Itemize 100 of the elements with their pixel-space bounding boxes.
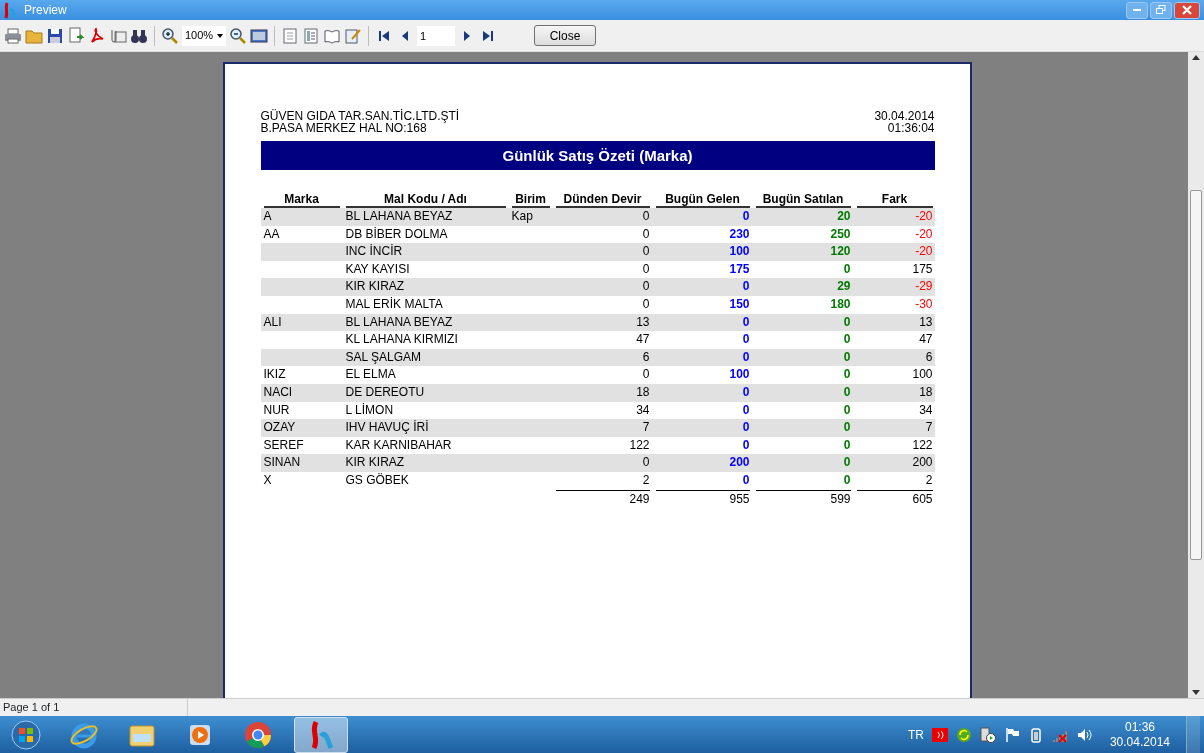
table-cell-text: IHV HAVUÇ İRİ [344,419,430,437]
minimize-button[interactable] [1126,1,1148,19]
table-cell-text: KIR KIRAZ [344,454,406,472]
document-export-icon [67,26,85,45]
table-cell-text: 100 [911,366,934,384]
table-cell-text: 0 [741,348,751,366]
caret-icon [217,33,223,38]
page-number-field[interactable]: 1 [417,25,455,46]
table-cell-text: -30 [914,295,934,313]
table-cell-text: 120 [829,243,852,261]
table-cell-text: AA [262,225,281,243]
table-cell-text: 6 [641,348,651,366]
table-cell-text: -20 [914,225,934,243]
zoom-out-button[interactable] [229,26,247,45]
table-cell-text: 100 [728,366,751,384]
page-list-icon [302,26,320,45]
table-cell-text: 0 [741,383,751,401]
zoom-in-icon [161,26,179,45]
table-cell-text: X [262,471,273,489]
table-cell-text: MAL ERİK MALTA [344,295,444,313]
table-cell-text: A [262,208,273,225]
table-cell-text: -20 [914,208,934,225]
table-cell-text: 0 [741,471,751,489]
table-cell-text: 0 [842,331,852,349]
table-cell-text: 230 [728,225,751,243]
table-cell-text: 2 [924,471,934,489]
sync-icon[interactable] [955,726,972,743]
table-cell-text: 0 [741,419,751,437]
table-cell-text: KL LAHANA KIRMIZI [344,331,459,349]
zoom-out-icon [229,26,247,45]
zoom-in-button[interactable] [161,26,179,45]
table-cell-text: 0 [842,471,852,489]
table-cell-text: 7 [924,419,934,437]
table-cell-text: 0 [842,366,852,384]
table-cell-text: 0 [842,383,852,401]
table-cell-text: 0 [641,454,651,472]
table-cell-text: SEREF [262,436,305,454]
table-cell-text: 13 [635,313,651,331]
document-export-button[interactable] [67,26,85,45]
table-cell-text: DE DEREOTU [344,383,426,401]
server-play-icon[interactable] [979,726,996,743]
total-cell: 249 [555,489,650,508]
table-cell-text: 18 [635,383,651,401]
scroll-up-icon [1192,55,1200,60]
table-cell-text: 29 [836,278,852,296]
table-cell-text: 0 [842,454,852,472]
printer-icon [4,26,22,45]
table-cell-text: 0 [842,419,852,437]
table-cell-text: NACI [262,383,294,401]
minimize-icon [1133,9,1141,11]
flag-icon[interactable] [1003,726,1020,743]
table-cell-text: -20 [914,243,934,261]
vertical-scrollbar[interactable] [1188,52,1204,698]
table-cell-text: 7 [641,419,651,437]
window-title: Preview [24,2,67,19]
page-outline-icon [281,26,299,45]
table-cell-text: 0 [741,313,751,331]
printer-button[interactable] [4,26,22,45]
table-cell-text: 0 [741,331,751,349]
table-cell-text: Kap [510,208,534,225]
table-cell-text: 2 [641,471,651,489]
full-page-button[interactable] [250,26,268,45]
restore-button[interactable] [1150,1,1172,19]
app-logo-taskbar-button[interactable] [294,716,348,753]
table-cell-text: OZAY [262,419,297,437]
zoom-dropdown[interactable]: 100% [182,25,226,46]
close-button[interactable]: Close [534,25,596,46]
table-cell-text: 0 [641,225,651,243]
table-cell-text: NUR [262,401,291,419]
table-cell-text: IKIZ [262,366,287,384]
app-logo-icon [4,1,18,19]
table-cell-text: 34 [635,401,651,419]
table-cell-text: 250 [829,225,852,243]
total-cell: 599 [755,489,851,508]
table-cell-text: 0 [641,366,651,384]
company-name: GÜVEN GIDA TAR.SAN.TİC.LTD.ŞTİ [260,110,460,122]
table-cell-text: 0 [741,208,751,225]
table-cell-text: BL LAHANA BEYAZ [344,208,454,225]
table-cell-text: KAY KAYISI [344,260,411,278]
scroll-thumb[interactable] [1190,190,1202,560]
table-cell-text: -29 [914,278,934,296]
page-list-button[interactable] [302,26,320,45]
table-cell-text: 20 [836,208,852,225]
table-cell-text: L LİMON [344,401,395,419]
close-window-button[interactable] [1174,1,1200,19]
floppy-disk-button[interactable] [46,26,64,45]
table-cell-text: 0 [842,260,852,278]
table-cell-text: DB BİBER DOLMA [344,225,449,243]
wireless-card-icon[interactable] [931,726,948,743]
pdf-button[interactable] [88,26,106,45]
report-title: Günlük Satış Özeti (Marka) [260,141,935,170]
page-outline-button[interactable] [281,26,299,45]
windows-start-icon [11,719,41,750]
table-cell-text: 0 [641,243,651,261]
edit-page-button[interactable] [344,26,362,45]
table-cell-text: 0 [741,436,751,454]
table-cell-text: 47 [635,331,651,349]
report-time: 01:36:04 [886,122,935,134]
table-cell-text: EL ELMA [344,366,397,384]
language-indicator[interactable]: TR [907,725,924,744]
